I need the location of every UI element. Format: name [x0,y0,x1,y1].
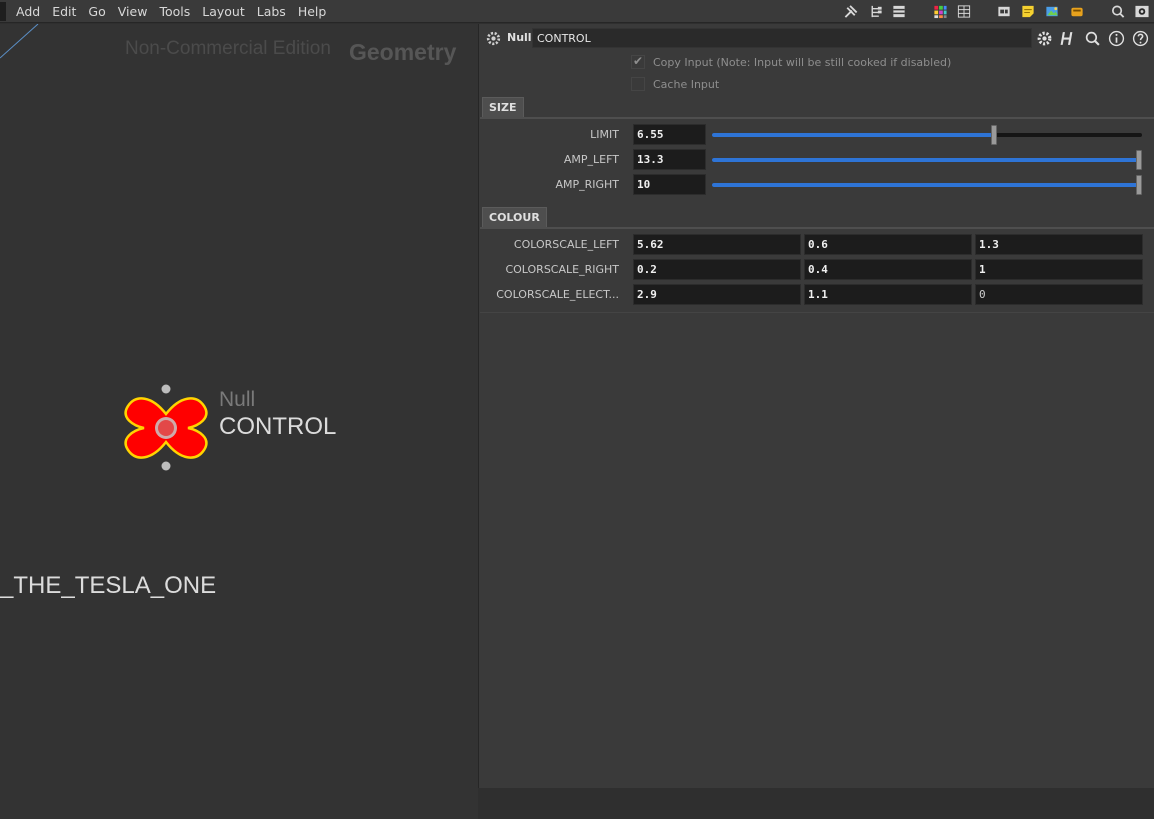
sticky-note-icon[interactable] [1020,4,1036,19]
colorscale-elect-y-field[interactable]: 1.1 [804,284,972,305]
colorscale-left-x-field[interactable]: 5.62 [633,234,801,255]
param-label-limit: LIMIT [590,128,619,141]
help-icon[interactable] [1132,30,1149,47]
info-icon[interactable] [1108,30,1125,47]
menu-go[interactable]: Go [82,0,111,23]
parameter-pane: Null CONTROL Copy Input (Note: Input wil… [478,24,1154,788]
amp-right-slider[interactable] [712,175,1142,195]
amp-right-slider-fill [712,183,1142,187]
node-gear-icon[interactable] [485,30,502,47]
menu-bar: Add Edit Go View Tools Layout Labs Help [0,0,1154,23]
tab-colour[interactable]: COLOUR [482,207,547,228]
amp-left-slider[interactable] [712,150,1142,170]
tab-size[interactable]: SIZE [482,97,524,118]
menu-help[interactable]: Help [292,0,333,23]
image-icon[interactable] [1044,4,1060,19]
tools-icon[interactable] [843,4,859,19]
limit-slider[interactable] [712,125,1142,145]
colorscale-right-x-field[interactable]: 0.2 [633,259,801,280]
menu-layout[interactable]: Layout [196,0,251,23]
param-label-amp-right: AMP_RIGHT [555,178,619,191]
houdini-help-icon[interactable] [1060,30,1077,47]
network-box-icon[interactable] [996,4,1012,19]
cache-input-row: Cache Input [631,75,719,93]
amp-left-field[interactable]: 13.3 [633,149,706,170]
colour-folder-line [480,227,1154,229]
param-node-type: Null [507,31,532,44]
cache-input-label: Cache Input [653,77,720,91]
edition-label: Non-Commercial Edition [125,38,331,59]
colorscale-left-y-field[interactable]: 0.6 [804,234,972,255]
palette-grid-icon[interactable] [932,4,948,19]
colorscale-left-z-field[interactable]: 1.3 [975,234,1143,255]
size-folder-line [480,117,1154,119]
amp-left-slider-fill [712,158,1142,162]
colorscale-right-z-field[interactable]: 1 [975,259,1143,280]
main-menu: Add Edit Go View Tools Layout Labs Help [10,0,332,23]
dock-icon[interactable] [1069,4,1085,19]
menu-tools[interactable]: Tools [153,0,196,23]
menu-grip [0,2,6,21]
eye-icon[interactable] [1134,4,1150,19]
menu-labs[interactable]: Labs [251,0,292,23]
cache-input-checkbox[interactable] [631,77,645,91]
search-icon[interactable] [1084,30,1101,47]
pane-separator [480,312,1154,313]
copy-input-checkbox[interactable] [631,54,645,69]
limit-slider-fill [712,133,994,137]
copy-input-label: Copy Input (Note: Input will be still co… [653,55,952,69]
null-node-icon[interactable] [118,384,214,474]
amp-left-slider-handle[interactable] [1136,150,1142,170]
node-name-label[interactable]: CONTROL [219,413,336,441]
param-label-colorscale-right: COLORSCALE_RIGHT [505,263,619,276]
node-wire [0,24,39,59]
limit-slider-handle[interactable] [991,125,997,145]
menu-view[interactable]: View [112,0,154,23]
grid-icon[interactable] [956,4,972,19]
network-editor[interactable]: Non-Commercial Edition Geometry Null CON… [0,24,478,819]
amp-right-field[interactable]: 10 [633,174,706,195]
list-icon[interactable] [891,4,907,19]
menu-edit[interactable]: Edit [46,0,82,23]
param-node-header: Null CONTROL [481,27,1153,50]
param-label-colorscale-left: COLORSCALE_LEFT [513,238,619,251]
param-label-amp-left: AMP_LEFT [563,153,619,166]
tesla-node-label[interactable]: _THE_TESLA_ONE [0,572,216,600]
colorscale-elect-x-field[interactable]: 2.9 [633,284,801,305]
menu-add[interactable]: Add [10,0,46,23]
node-name-field[interactable]: CONTROL [532,28,1032,48]
search-icon[interactable] [1110,4,1126,19]
tree-icon[interactable] [868,4,884,19]
limit-field[interactable]: 6.55 [633,124,706,145]
param-label-colorscale-elect: COLORSCALE_ELECT... [496,288,619,301]
context-label: Geometry [349,39,457,65]
node-type-label: Null [219,388,256,411]
copy-input-row: Copy Input (Note: Input will be still co… [631,53,951,71]
pane-footer [478,788,1154,819]
amp-right-slider-handle[interactable] [1136,175,1142,195]
colorscale-elect-z-field[interactable]: 0 [975,284,1143,305]
colorscale-right-y-field[interactable]: 0.4 [804,259,972,280]
gear-icon[interactable] [1036,30,1053,47]
